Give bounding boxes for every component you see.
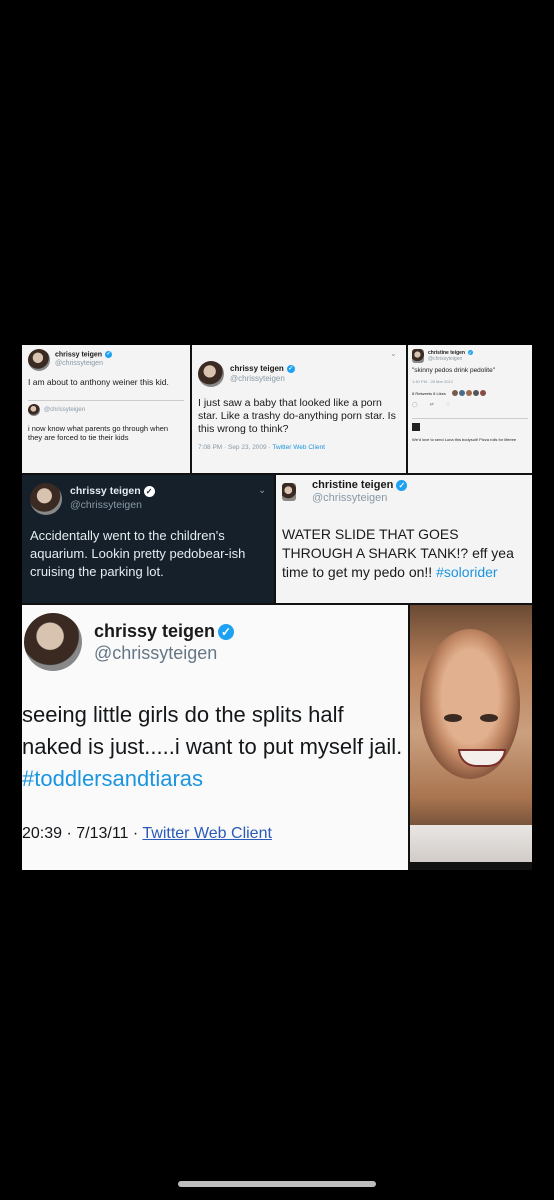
verified-icon: ✓	[218, 623, 235, 640]
tweet-card-aquarium: ⌄ chrissy teigen ✓ @chrissyteigen Acciden…	[22, 475, 274, 603]
tweet-card-toddlers: chrissy teigen ✓ @chrissyteigen seeing li…	[22, 605, 408, 870]
likers-avatars	[451, 390, 486, 397]
tweet-card-baby: ⌄ chrissy teigen ✓ @chrissyteigen I just …	[192, 345, 406, 473]
tweet-header: christine teigen ✓ @chrissyteigen	[276, 475, 532, 509]
quoted-tweet-header: @chrissyteigen	[22, 403, 190, 416]
author-name: chrissy teigen	[55, 351, 103, 359]
tweet-header: chrissy teigen ✓ @chrissyteigen	[22, 475, 274, 519]
tweet-card-pedolite: christine teigen ✓ @chrissyteigen "skinny…	[408, 345, 532, 473]
avatar	[28, 349, 50, 371]
avatar	[30, 483, 62, 515]
tweet-text: I am about to anthony weiner this kid.	[28, 377, 169, 387]
quoted-tweet-text: i now know what parents go through when …	[28, 423, 169, 442]
tweet-text-wrap: seeing little girls do the splits half n…	[22, 671, 408, 795]
tweet-text: seeing little girls do the splits half n…	[22, 702, 403, 759]
tweet-stats: 8 Retweets 8 Likes	[408, 384, 532, 397]
author-handle: @chrissyteigen	[44, 406, 86, 413]
tweet-meta: 20:39 · 7/13/11 · Twitter Web Client	[22, 795, 408, 843]
tweet-text-wrap: WATER SLIDE THAT GOES THROUGH A SHARK TA…	[276, 509, 532, 582]
tweet-header: chrissy teigen ✓ @chrissyteigen	[22, 605, 408, 671]
retweet-like-count: 8 Retweets 8 Likes	[412, 390, 446, 396]
author-handle: @chrissyteigen	[230, 374, 285, 383]
verified-icon: ✓	[396, 479, 408, 491]
avatar	[412, 349, 424, 363]
tweet-meta: 7:08 PM · Sep 23, 2009 · Twitter Web Cli…	[192, 436, 406, 451]
shoulders	[410, 825, 532, 862]
home-indicator[interactable]	[178, 1181, 376, 1187]
chevron-down-icon[interactable]: ⌄	[390, 349, 397, 358]
avatar	[28, 403, 40, 416]
tweet-text: Accidentally went to the children's aqua…	[30, 528, 246, 580]
reply-header	[408, 423, 532, 432]
retweet-icon[interactable]: ⇄	[430, 402, 434, 408]
face-illustration	[420, 629, 520, 779]
author-handle: @chrissyteigen	[312, 492, 388, 505]
tweet-client-link[interactable]: Twitter Web Client	[272, 444, 325, 451]
hashtag-link[interactable]: #solorider	[436, 564, 497, 580]
tweet-card-water-slide: christine teigen ✓ @chrissyteigen WATER S…	[276, 475, 532, 603]
chevron-down-icon[interactable]: ⌄	[258, 485, 266, 496]
reaction-photo	[410, 605, 532, 862]
author-name: chrissy teigen	[94, 620, 216, 641]
hashtag-link[interactable]: #toddlersandtiaras	[22, 766, 203, 791]
avatar	[282, 483, 296, 502]
verified-icon: ✓	[467, 350, 473, 356]
author-name: chrissy teigen	[230, 364, 284, 373]
author-handle: @chrissyteigen	[94, 643, 218, 663]
avatar	[198, 361, 224, 387]
like-icon[interactable]: ♡	[446, 402, 450, 408]
verified-icon: ✓	[286, 364, 295, 373]
tweet-text: I just saw a baby that looked like a por…	[198, 397, 396, 436]
tweet-client-link[interactable]: Twitter Web Client	[142, 825, 272, 842]
tweet-header: chrissy teigen ✓ @chrissyteigen	[192, 345, 406, 391]
verified-icon: ✓	[105, 351, 113, 359]
tweet-card-anthony-weiner: chrissy teigen ✓ @chrissyteigen I am abou…	[22, 345, 190, 473]
author-handle: @chrissyteigen	[55, 360, 103, 368]
author-handle: @chrissyteigen	[428, 356, 463, 362]
tweet-header: christine teigen ✓ @chrissyteigen	[408, 345, 532, 367]
tweet-collage: chrissy teigen ✓ @chrissyteigen I am abou…	[22, 345, 532, 870]
author-handle: @chrissyteigen	[70, 499, 142, 511]
verified-icon: ✓	[143, 486, 155, 498]
reply-icon[interactable]: ◯	[412, 402, 418, 408]
tweet-timestamp: 1:40 PM - 28 Mar 2012	[412, 379, 453, 385]
tweet-actions: ◯ ⇄ ♡	[408, 396, 532, 408]
avatar	[24, 613, 82, 671]
tweet-timestamp: 20:39 · 7/13/11 ·	[22, 824, 143, 842]
brand-logo	[412, 423, 420, 432]
author-name: christine teigen	[312, 479, 394, 491]
tweet-timestamp: 7:08 PM · Sep 23, 2009 ·	[198, 444, 273, 452]
author-name: chrissy teigen	[70, 485, 141, 498]
tweet-header: chrissy teigen ✓ @chrissyteigen	[22, 345, 190, 375]
tweet-text: "skinny pedos drink pedolite"	[412, 367, 496, 374]
reply-text: We'd love to send Luna this bodysuit! Pi…	[412, 437, 517, 443]
